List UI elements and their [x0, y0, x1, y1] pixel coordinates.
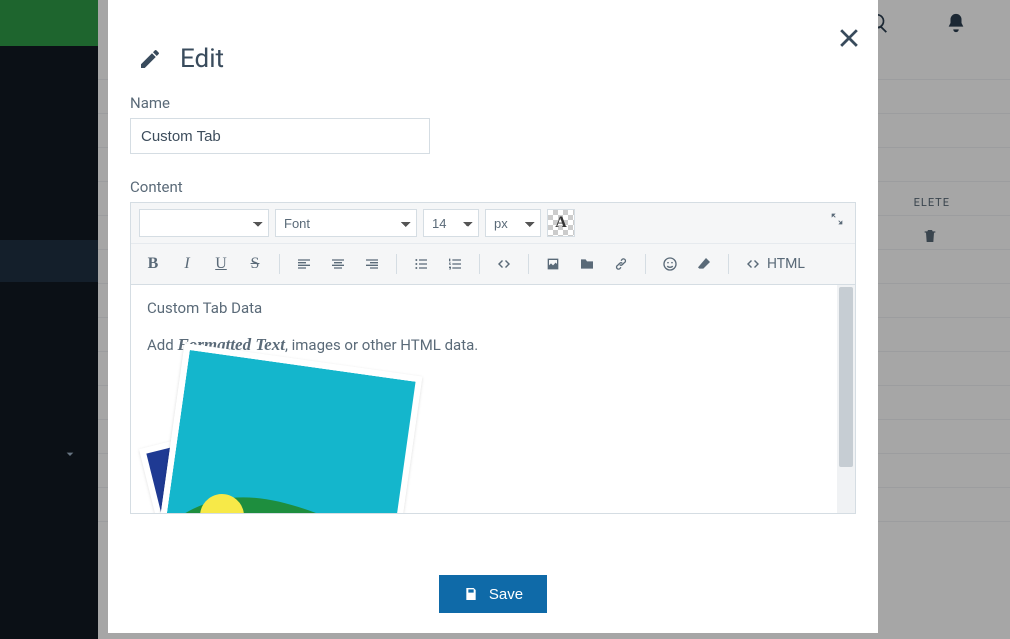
font-size-input[interactable] — [423, 209, 479, 237]
align-center-button[interactable] — [324, 250, 352, 278]
toolbar-separator — [728, 254, 729, 274]
html-label: HTML — [767, 256, 805, 272]
font-select[interactable]: Font — [275, 209, 417, 237]
content-label: Content — [130, 178, 856, 196]
expand-icon[interactable] — [829, 211, 845, 227]
align-right-button[interactable] — [358, 250, 386, 278]
editor-toolbar-row-1: Font px A — [131, 203, 855, 244]
strikethrough-button[interactable]: S — [241, 250, 269, 278]
font-unit-select[interactable]: px — [485, 209, 541, 237]
pencil-icon — [138, 47, 162, 71]
image-button[interactable] — [539, 250, 567, 278]
save-button[interactable]: Save — [439, 575, 547, 613]
modal-footer: Save — [108, 575, 878, 613]
eraser-button[interactable] — [690, 250, 718, 278]
bold-button[interactable]: B — [139, 250, 167, 278]
link-button[interactable] — [607, 250, 635, 278]
folder-button[interactable] — [573, 250, 601, 278]
name-label: Name — [130, 94, 856, 112]
color-letter: A — [555, 214, 567, 232]
modal-title: Edit — [180, 44, 224, 74]
photo-illustration — [165, 350, 423, 513]
toolbar-separator — [645, 254, 646, 274]
editor-scrollbar[interactable] — [837, 285, 855, 513]
toolbar-separator — [479, 254, 480, 274]
toolbar-separator — [528, 254, 529, 274]
toolbar-separator — [279, 254, 280, 274]
content-line-1: Custom Tab Data — [147, 299, 839, 317]
photo-front — [160, 343, 423, 513]
editor-toolbar-row-2: B I U S HTML — [131, 244, 855, 285]
editor-content-area[interactable]: Custom Tab Data Add Formatted Text, imag… — [131, 285, 855, 513]
code-icon — [745, 256, 761, 272]
scrollbar-thumb[interactable] — [839, 287, 853, 467]
toolbar-separator — [396, 254, 397, 274]
close-icon — [835, 26, 863, 54]
html-toggle[interactable]: HTML — [739, 250, 811, 278]
content-field: Content — [108, 178, 878, 196]
close-button[interactable] — [835, 26, 863, 54]
code-button[interactable] — [490, 250, 518, 278]
content-image-stack — [147, 377, 407, 513]
unordered-list-button[interactable] — [407, 250, 435, 278]
content-text: , images or other HTML data. — [285, 336, 478, 354]
edit-modal: Edit Name Content Font px A B I U — [108, 0, 878, 633]
align-left-button[interactable] — [290, 250, 318, 278]
underline-button[interactable]: U — [207, 250, 235, 278]
name-field: Name — [108, 94, 878, 154]
modal-header: Edit — [108, 0, 878, 94]
style-select[interactable] — [139, 209, 269, 237]
text-color-picker[interactable]: A — [547, 209, 575, 237]
emoji-button[interactable] — [656, 250, 684, 278]
name-input[interactable] — [130, 118, 430, 154]
save-label: Save — [489, 586, 523, 603]
italic-button[interactable]: I — [173, 250, 201, 278]
ordered-list-button[interactable] — [441, 250, 469, 278]
save-icon — [463, 586, 479, 602]
content-text: Add — [147, 336, 177, 354]
rich-text-editor: Font px A B I U S — [130, 202, 856, 514]
